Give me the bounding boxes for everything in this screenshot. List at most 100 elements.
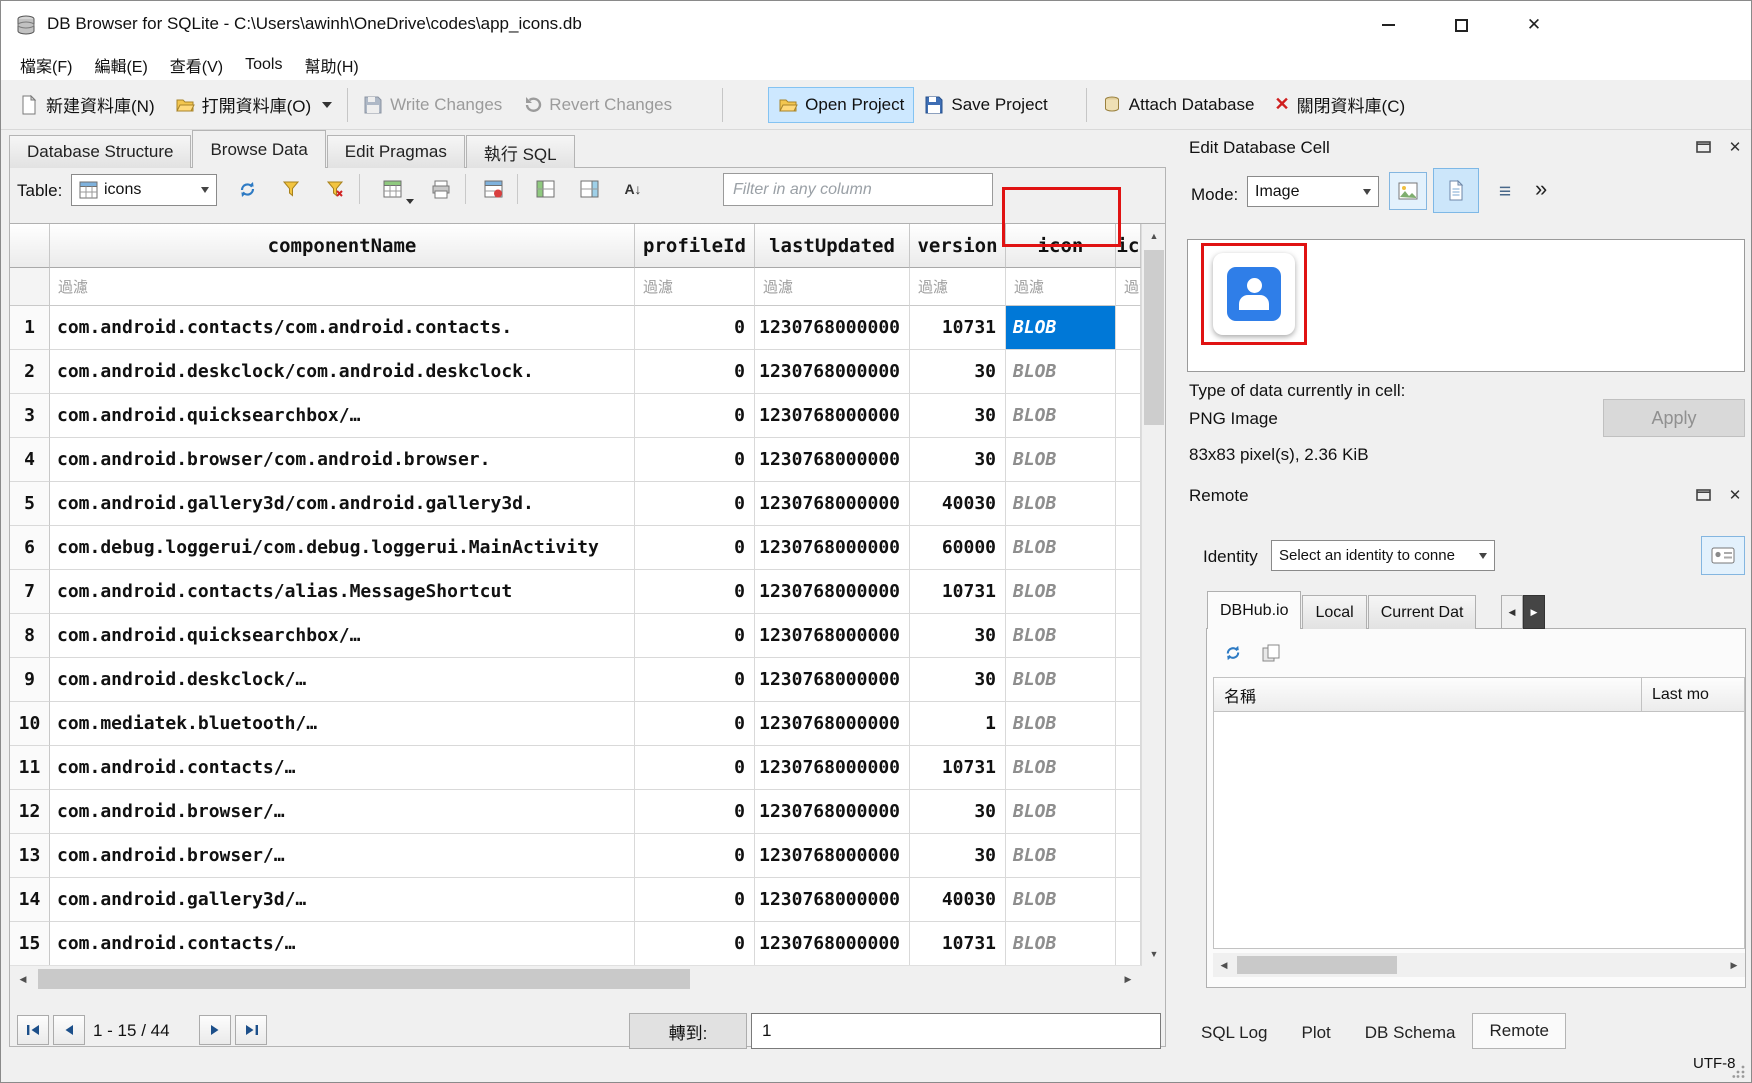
identity-selector[interactable]: Select an identity to conne	[1271, 540, 1495, 571]
tab-execute-sql[interactable]: 執行 SQL	[466, 135, 575, 168]
cell-ic[interactable]	[1116, 878, 1141, 922]
cell-icon[interactable]: BLOB	[1006, 614, 1116, 658]
revert-changes-button[interactable]: Revert Changes	[512, 87, 682, 123]
next-page-button[interactable]	[199, 1015, 231, 1045]
grid-vertical-scrollbar[interactable]: ▲ ▼	[1141, 224, 1165, 966]
cell-version[interactable]: 30	[910, 438, 1006, 482]
save-project-button[interactable]: Save Project	[914, 87, 1057, 123]
cell-ic[interactable]	[1116, 306, 1141, 350]
filter-any-column-input[interactable]: Filter in any column	[723, 173, 993, 206]
cell-version[interactable]: 40030	[910, 878, 1006, 922]
save-table-button[interactable]	[369, 171, 415, 207]
cell-icon[interactable]: BLOB	[1006, 702, 1116, 746]
row-number[interactable]: 2	[10, 350, 50, 394]
cell-version[interactable]: 30	[910, 790, 1006, 834]
attach-database-button[interactable]: Attach Database	[1092, 87, 1265, 123]
cell-lastupdated[interactable]: 1230768000000	[755, 834, 910, 878]
cell-componentname[interactable]: com.android.deskclock/com.android.deskcl…	[50, 350, 635, 394]
bottom-tab-db-schema[interactable]: DB Schema	[1348, 1017, 1473, 1049]
cell-version[interactable]: 10731	[910, 746, 1006, 790]
import-image-button[interactable]	[1389, 172, 1427, 210]
open-project-button[interactable]: Open Project	[768, 87, 914, 123]
table-selector[interactable]: icons	[71, 174, 217, 206]
cell-componentname[interactable]: com.android.browser/…	[50, 790, 635, 834]
cell-lastupdated[interactable]: 1230768000000	[755, 394, 910, 438]
row-number[interactable]: 13	[10, 834, 50, 878]
word-wrap-button[interactable]: ≡	[1489, 176, 1521, 207]
mode-selector[interactable]: Image	[1247, 176, 1379, 207]
cell-ic[interactable]	[1116, 658, 1141, 702]
cell-lastupdated[interactable]: 1230768000000	[755, 482, 910, 526]
remote-column-last-modified[interactable]: Last mo	[1642, 678, 1744, 711]
tab-scroll-right-button[interactable]: ▶	[1523, 595, 1545, 629]
float-panel-button[interactable]	[1691, 483, 1715, 507]
cell-icon[interactable]: BLOB	[1006, 746, 1116, 790]
remote-tab-dbhub-io[interactable]: DBHub.io	[1207, 591, 1301, 629]
cell-ic[interactable]	[1116, 702, 1141, 746]
cell-ic[interactable]	[1116, 526, 1141, 570]
cell-ic[interactable]	[1116, 790, 1141, 834]
cell-icon[interactable]: BLOB	[1006, 834, 1116, 878]
cell-version[interactable]: 30	[910, 658, 1006, 702]
cell-profileid[interactable]: 0	[635, 702, 755, 746]
cell-ic[interactable]	[1116, 482, 1141, 526]
filter-input-componentname[interactable]: 過濾	[50, 268, 635, 306]
first-page-button[interactable]	[17, 1015, 49, 1045]
close-panel-button[interactable]: ✕	[1723, 483, 1747, 507]
cell-ic[interactable]	[1116, 922, 1141, 966]
filter-input-lastupdated[interactable]: 過濾	[755, 268, 910, 306]
remote-tab-current-dat[interactable]: Current Dat	[1368, 595, 1477, 629]
filter-input-icon[interactable]: 過濾	[1006, 268, 1116, 306]
scroll-right-icon[interactable]: ▶	[1115, 966, 1141, 992]
previous-page-button[interactable]	[53, 1015, 85, 1045]
cell-componentname[interactable]: com.android.browser/com.android.browser.	[50, 438, 635, 482]
cell-lastupdated[interactable]: 1230768000000	[755, 702, 910, 746]
cell-icon[interactable]: BLOB	[1006, 394, 1116, 438]
cell-ic[interactable]	[1116, 394, 1141, 438]
vertical-scrollbar-thumb[interactable]	[1144, 250, 1164, 425]
scroll-down-icon[interactable]: ▼	[1142, 942, 1166, 966]
cell-version[interactable]: 40030	[910, 482, 1006, 526]
row-number[interactable]: 11	[10, 746, 50, 790]
cell-componentname[interactable]: com.android.quicksearchbox/…	[50, 394, 635, 438]
remote-column-name[interactable]: 名稱	[1214, 678, 1642, 711]
cell-lastupdated[interactable]: 1230768000000	[755, 306, 910, 350]
cell-componentname[interactable]: com.android.quicksearchbox/…	[50, 614, 635, 658]
remote-scrollbar-thumb[interactable]	[1237, 956, 1397, 974]
cell-version[interactable]: 10731	[910, 570, 1006, 614]
cell-profileid[interactable]: 0	[635, 790, 755, 834]
cell-ic[interactable]	[1116, 570, 1141, 614]
cell-profileid[interactable]: 0	[635, 438, 755, 482]
cell-version[interactable]: 10731	[910, 922, 1006, 966]
cell-ic[interactable]	[1116, 614, 1141, 658]
filter-input-ic[interactable]: 過濾	[1116, 268, 1141, 306]
cell-lastupdated[interactable]: 1230768000000	[755, 350, 910, 394]
cell-lastupdated[interactable]: 1230768000000	[755, 438, 910, 482]
cell-componentname[interactable]: com.debug.loggerui/com.debug.loggerui.Ma…	[50, 526, 635, 570]
cell-profileid[interactable]: 0	[635, 658, 755, 702]
write-changes-button[interactable]: Write Changes	[353, 87, 512, 123]
tab-edit-pragmas[interactable]: Edit Pragmas	[327, 135, 465, 168]
cell-componentname[interactable]: com.android.browser/…	[50, 834, 635, 878]
scroll-left-icon[interactable]: ◀	[1213, 953, 1235, 977]
remote-tab-local[interactable]: Local	[1302, 595, 1366, 629]
cell-icon[interactable]: BLOB	[1006, 878, 1116, 922]
resize-grip[interactable]	[1732, 1064, 1746, 1078]
cell-lastupdated[interactable]: 1230768000000	[755, 658, 910, 702]
manage-identities-button[interactable]	[1701, 536, 1745, 575]
cell-profileid[interactable]: 0	[635, 394, 755, 438]
delete-record-button[interactable]	[475, 171, 511, 207]
cell-profileid[interactable]: 0	[635, 482, 755, 526]
filter-input-version[interactable]: 過濾	[910, 268, 1006, 306]
cell-icon[interactable]: BLOB	[1006, 790, 1116, 834]
cell-componentname[interactable]: com.android.contacts/com.android.contact…	[50, 306, 635, 350]
menu-item-f[interactable]: 檔案(F)	[9, 49, 83, 80]
cell-componentname[interactable]: com.android.deskclock/…	[50, 658, 635, 702]
cell-icon[interactable]: BLOB	[1006, 482, 1116, 526]
goto-record-input[interactable]: 1	[751, 1013, 1161, 1049]
tab-database-structure[interactable]: Database Structure	[9, 135, 191, 168]
bottom-tab-sql-log[interactable]: SQL Log	[1184, 1017, 1284, 1049]
menu-item-h[interactable]: 幫助(H)	[293, 49, 369, 80]
cell-componentname[interactable]: com.android.contacts/alias.MessageShortc…	[50, 570, 635, 614]
open-database-button[interactable]: 打開資料庫(O)	[165, 84, 343, 125]
